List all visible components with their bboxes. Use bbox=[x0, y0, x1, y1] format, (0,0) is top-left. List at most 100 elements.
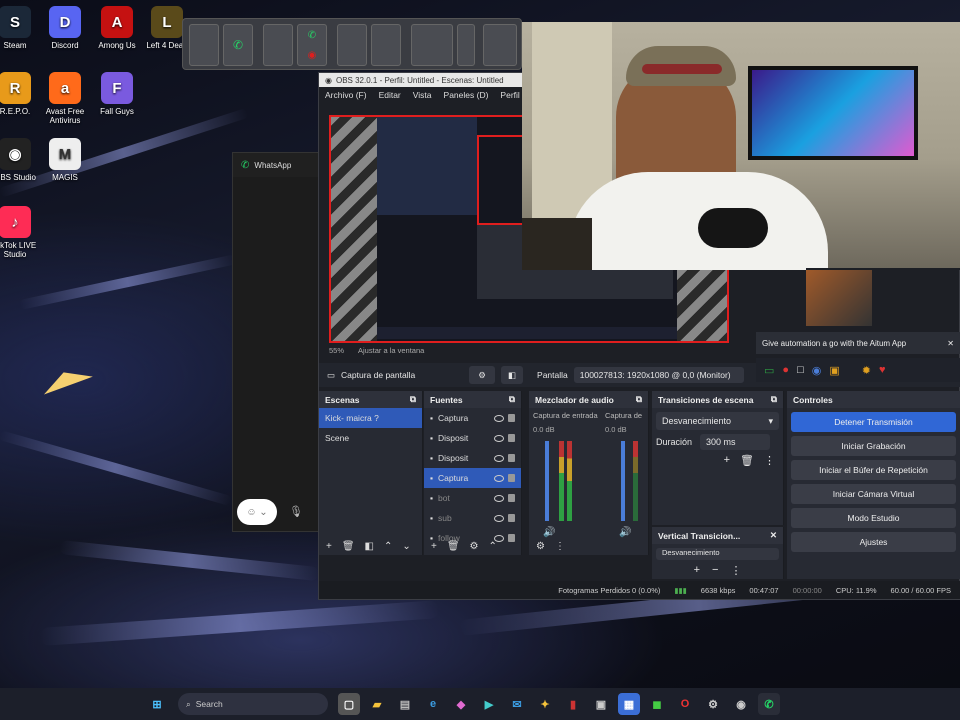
source-item[interactable]: ▪ sub bbox=[424, 508, 521, 528]
control-button[interactable]: Iniciar el Búfer de Repetición bbox=[791, 460, 956, 480]
chevron-up-icon[interactable]: ⌃ bbox=[489, 541, 497, 552]
add-icon[interactable]: + bbox=[326, 541, 332, 552]
transition-select[interactable]: Desvanecimiento ▾ bbox=[656, 412, 779, 430]
dock-icon[interactable]: ⧉ bbox=[771, 394, 777, 405]
settings-icon[interactable]: ⚙ bbox=[702, 693, 724, 715]
control-button[interactable]: Detener Transmisión bbox=[791, 412, 956, 432]
visibility-icon[interactable] bbox=[494, 414, 504, 422]
chevron-up-icon[interactable]: ⌃ bbox=[384, 541, 392, 552]
menu-item[interactable]: Paneles (D) bbox=[444, 90, 489, 100]
minus-icon[interactable]: − bbox=[712, 564, 718, 577]
emoji-button[interactable]: ☺ ⌄ bbox=[237, 499, 277, 525]
aitum-notification[interactable]: Give automation a go with the Aitum App … bbox=[756, 332, 960, 354]
more-icon[interactable]: ⋮ bbox=[730, 564, 741, 577]
whatsapp-icon[interactable]: ✆ bbox=[758, 693, 780, 715]
visibility-icon[interactable] bbox=[494, 514, 504, 522]
obs-icon[interactable]: ◉ bbox=[730, 693, 752, 715]
trash-icon[interactable]: 🗑 bbox=[342, 541, 355, 552]
lock-icon[interactable] bbox=[508, 514, 515, 522]
lock-icon[interactable] bbox=[508, 474, 515, 482]
window-thumbnail[interactable] bbox=[411, 24, 453, 66]
desktop-icon[interactable]: F Fall Guys bbox=[86, 72, 148, 116]
lock-icon[interactable] bbox=[508, 414, 515, 422]
volume-slider[interactable] bbox=[545, 441, 549, 521]
record-icon[interactable]: ● bbox=[782, 364, 789, 376]
chevron-down-icon[interactable]: ⌄ bbox=[402, 541, 410, 552]
screen-select[interactable]: 100027813: 1920x1080 @ 0,0 (Monitor) bbox=[573, 367, 744, 383]
file-explorer-icon[interactable]: ▰ bbox=[366, 693, 388, 715]
window-thumbnail[interactable] bbox=[263, 24, 293, 66]
app-icon[interactable]: ✦ bbox=[534, 693, 556, 715]
scene-item[interactable]: Scene bbox=[319, 428, 422, 448]
source-item[interactable]: ▪ Disposit bbox=[424, 428, 521, 448]
source-item[interactable]: ▪ Captura bbox=[424, 468, 521, 488]
duration-input[interactable]: 300 ms bbox=[700, 434, 771, 450]
desktop-icon[interactable]: M MAGIS bbox=[34, 138, 96, 182]
control-button[interactable]: Iniciar Grabación bbox=[791, 436, 956, 456]
plugin-icon[interactable]: ▭ bbox=[764, 364, 774, 377]
control-button[interactable]: Modo Estudio bbox=[791, 508, 956, 528]
vtrans-select[interactable]: Desvanecimiento bbox=[656, 548, 779, 560]
trash-icon[interactable]: 🗑 bbox=[447, 541, 460, 552]
edge-icon[interactable]: e bbox=[422, 693, 444, 715]
menu-item[interactable]: Perfil bbox=[500, 90, 519, 100]
window-thumbnail[interactable] bbox=[371, 24, 401, 66]
add-icon[interactable]: + bbox=[431, 541, 437, 552]
filters-icon[interactable]: ◧ bbox=[365, 541, 374, 552]
visibility-icon[interactable] bbox=[494, 434, 504, 442]
menu-item[interactable]: Archivo (F) bbox=[325, 90, 367, 100]
microphone-icon[interactable]: 🎙 bbox=[289, 505, 303, 518]
add-icon[interactable]: + bbox=[724, 454, 730, 467]
stop-icon[interactable]: □ bbox=[797, 364, 804, 376]
visibility-icon[interactable] bbox=[494, 474, 504, 482]
menu-item[interactable]: Editar bbox=[379, 90, 401, 100]
refresh-icon[interactable]: ◉ bbox=[812, 364, 822, 377]
dock-icon[interactable]: ⧉ bbox=[410, 394, 416, 405]
windows-start-icon[interactable]: ⊞ bbox=[146, 693, 168, 715]
outlook-icon[interactable]: ✉ bbox=[506, 693, 528, 715]
source-item[interactable]: ▪ bot bbox=[424, 488, 521, 508]
minecraft-icon[interactable]: ◼ bbox=[646, 693, 668, 715]
close-icon[interactable]: ✕ bbox=[947, 339, 954, 348]
more-icon[interactable]: ⋮ bbox=[764, 454, 775, 467]
app-icon[interactable]: ▶ bbox=[478, 693, 500, 715]
gear-icon[interactable]: ⚙ bbox=[536, 541, 545, 552]
app-icon[interactable]: ▮ bbox=[562, 693, 584, 715]
window-thumbnail[interactable] bbox=[337, 24, 367, 66]
menu-item[interactable]: Vista bbox=[413, 90, 432, 100]
app-icon[interactable]: ▣ bbox=[590, 693, 612, 715]
window-thumbnail[interactable] bbox=[457, 24, 475, 66]
control-button[interactable]: Iniciar Cámara Virtual bbox=[791, 484, 956, 504]
visibility-icon[interactable] bbox=[494, 494, 504, 502]
visibility-icon[interactable] bbox=[494, 454, 504, 462]
control-button[interactable]: Ajustes bbox=[791, 532, 956, 552]
desktop-icon[interactable]: ♪ TikTok LIVE Studio bbox=[0, 206, 46, 259]
scene-item[interactable]: Kick- maicra ? bbox=[319, 408, 422, 428]
source-item[interactable]: ▪ Disposit bbox=[424, 448, 521, 468]
lock-icon[interactable] bbox=[508, 494, 515, 502]
dock-icon[interactable]: ⧉ bbox=[509, 394, 515, 405]
add-icon[interactable]: + bbox=[694, 564, 700, 577]
window-thumbnail[interactable]: ✆ ◉ bbox=[297, 24, 327, 66]
heart-icon[interactable]: ♥ bbox=[879, 364, 886, 376]
store-icon[interactable]: ▦ bbox=[618, 693, 640, 715]
lock-icon[interactable] bbox=[508, 434, 515, 442]
app-icon[interactable]: ▤ bbox=[394, 693, 416, 715]
more-icon[interactable]: ⋮ bbox=[555, 541, 565, 552]
fit-label[interactable]: Ajustar a la ventana bbox=[358, 346, 424, 355]
source-item[interactable]: ▪ Captura bbox=[424, 408, 521, 428]
window-thumbnail[interactable] bbox=[189, 24, 219, 66]
zoom-value[interactable]: 55% bbox=[329, 346, 344, 355]
opera-icon[interactable]: O bbox=[674, 693, 696, 715]
lock-icon[interactable] bbox=[508, 454, 515, 462]
window-thumbnail[interactable] bbox=[483, 24, 517, 66]
filters-icon[interactable]: ◧ bbox=[501, 366, 524, 384]
settings-icon[interactable]: ✹ bbox=[862, 364, 871, 377]
whatsapp-window[interactable]: ✆ WhatsApp ☺ ⌄ 🎙 bbox=[232, 152, 328, 532]
copilot-icon[interactable]: ◆ bbox=[450, 693, 472, 715]
gear-icon[interactable]: ⚙ bbox=[469, 366, 496, 384]
window-thumbnail[interactable]: ✆ bbox=[223, 24, 253, 66]
search-box[interactable]: ⌕ Search bbox=[178, 693, 328, 715]
close-icon[interactable]: ✕ bbox=[770, 530, 777, 541]
gear-icon[interactable]: ⚙ bbox=[470, 541, 479, 552]
